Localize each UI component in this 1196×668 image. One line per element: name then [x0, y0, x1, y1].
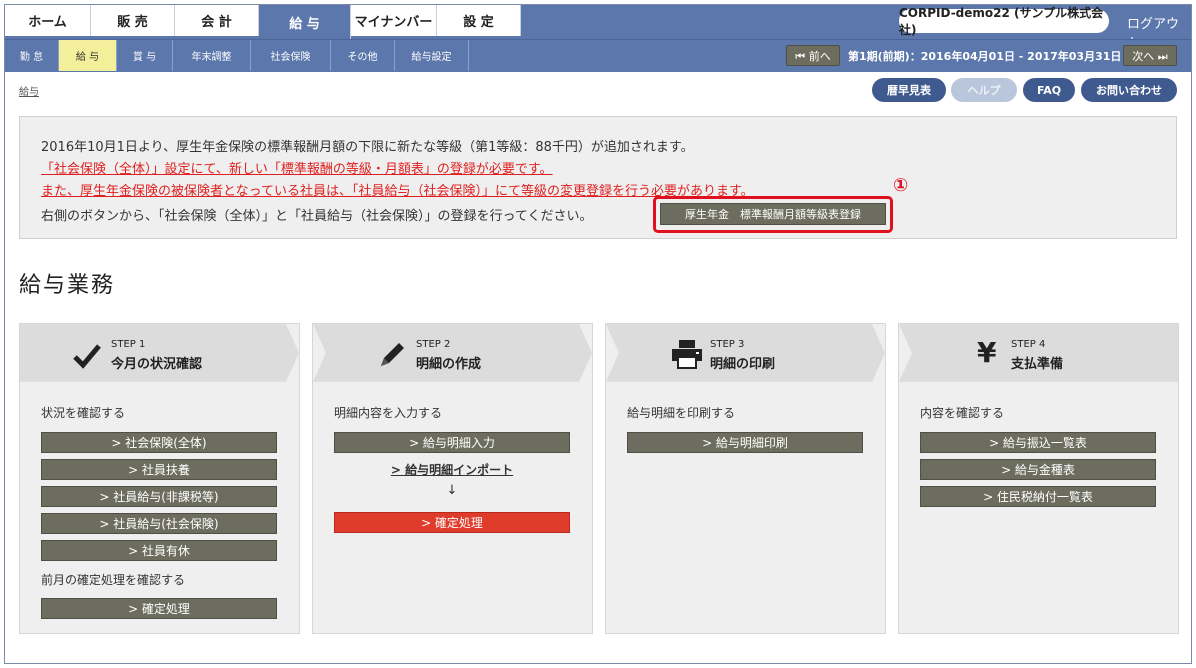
- top-nav: ホーム 販 売 会 計 給 与 マイナンバー 設 定 CORPID-demo22…: [5, 5, 1191, 51]
- step-caption: 前月の確定処理を確認する: [41, 573, 186, 587]
- step-name: 今月の状況確認: [111, 357, 203, 372]
- calendar-button[interactable]: 暦早見表: [872, 78, 946, 102]
- notice-alert-line: 「社会保険（全体）」設定にて、新しい「標準報酬の等級・月額表」の登録が必要です。: [41, 162, 553, 177]
- social-insurance-all-button[interactable]: > 社会保険(全体): [41, 432, 277, 453]
- app-window: ホーム 販 売 会 計 給 与 マイナンバー 設 定 CORPID-demo22…: [4, 4, 1192, 664]
- salary-nontaxable-button[interactable]: > 社員給与(非課税等): [41, 486, 277, 507]
- step-label: STEP 1: [111, 339, 146, 350]
- notice-alert-line: また、厚生年金保険の被保険者となっている社員は、「社員給与（社会保険）」にて等級…: [41, 184, 754, 199]
- step-4-panel: ¥ STEP 4 支払準備 内容を確認する > 給与振込一覧表 > 給与金種表 …: [898, 323, 1179, 634]
- check-icon: [73, 344, 101, 369]
- subnav-item-attendance[interactable]: 勤 怠: [5, 40, 59, 71]
- sub-nav: 勤 怠 給 与 賞 与 年末調整 社会保険 その他 給与設定 ⏮ 前へ 第1期(…: [5, 39, 1191, 72]
- confirm-process-button[interactable]: > 確定処理: [41, 598, 277, 619]
- subnav-item-social-insurance[interactable]: 社会保険: [251, 40, 331, 71]
- faq-button[interactable]: FAQ: [1023, 78, 1075, 102]
- pencil-icon: [381, 343, 404, 366]
- salary-slip-input-button[interactable]: > 給与明細入力: [334, 432, 570, 453]
- dependents-button[interactable]: > 社員扶養: [41, 459, 277, 480]
- step-name: 明細の作成: [416, 357, 482, 372]
- salary-slip-print-button[interactable]: > 給与明細印刷: [627, 432, 863, 453]
- subnav-item-payroll-settings[interactable]: 給与設定: [395, 40, 469, 71]
- subnav-item-year-end[interactable]: 年末調整: [173, 40, 251, 71]
- notice-line: 右側のボタンから、「社会保険（全体）」と「社員給与（社会保険）」の登録を行ってく…: [41, 209, 593, 224]
- notice-line: 2016年10月1日より、厚生年金保険の標準報酬月額の下限に新たな等級（第1等級…: [41, 140, 694, 155]
- salary-slip-import-link[interactable]: > 給与明細インポート: [334, 461, 570, 478]
- step-label: STEP 4: [1011, 339, 1046, 350]
- step-caption: 明細内容を入力する: [334, 406, 443, 420]
- pension-grade-register-button[interactable]: 厚生年金 標準報酬月額等級表登録: [660, 203, 886, 225]
- tab-settings[interactable]: 設 定: [437, 5, 521, 36]
- yen-icon: ¥: [977, 336, 997, 369]
- contact-button[interactable]: お問い合わせ: [1081, 78, 1177, 102]
- step-1-panel: STEP 1 今月の状況確認 状況を確認する > 社会保険(全体) > 社員扶養…: [19, 323, 300, 634]
- tab-mynumber[interactable]: マイナンバー: [351, 5, 437, 36]
- page-title: 給与業務: [19, 273, 116, 298]
- subnav-item-other[interactable]: その他: [331, 40, 395, 71]
- notice-panel: 2016年10月1日より、厚生年金保険の標準報酬月額の下限に新たな等級（第1等級…: [19, 116, 1177, 239]
- breadcrumb[interactable]: 給与: [19, 83, 39, 98]
- company-badge[interactable]: CORPID-demo22 (サンプル株式会社): [899, 6, 1109, 37]
- next-period-button[interactable]: 次へ ⏭: [1123, 45, 1177, 66]
- tab-sales[interactable]: 販 売: [91, 5, 175, 36]
- tab-payroll[interactable]: 給 与: [259, 5, 351, 39]
- confirm-process-button[interactable]: > 確定処理: [334, 512, 570, 533]
- step-caption: 状況を確認する: [41, 406, 126, 420]
- printer-icon: [672, 340, 702, 369]
- step-3-panel: STEP 3 明細の印刷 給与明細を印刷する > 給与明細印刷: [605, 323, 886, 634]
- tab-accounting[interactable]: 会 計: [175, 5, 259, 36]
- down-arrow-icon: ↓: [446, 483, 458, 498]
- subnav-item-salary[interactable]: 給 与: [59, 40, 117, 71]
- step-name: 明細の印刷: [710, 357, 776, 372]
- denomination-table-button[interactable]: > 給与金種表: [920, 459, 1156, 480]
- step-name: 支払準備: [1011, 357, 1064, 372]
- period-label: 第1期(前期)：2016年04月01日 - 2017年03月31日: [848, 50, 1122, 63]
- help-button[interactable]: ヘルプ: [951, 78, 1017, 102]
- step-label: STEP 2: [416, 339, 451, 350]
- resident-tax-list-button[interactable]: > 住民税納付一覧表: [920, 486, 1156, 507]
- salary-social-insurance-button[interactable]: > 社員給与(社会保険): [41, 513, 277, 534]
- step-caption: 内容を確認する: [920, 406, 1005, 420]
- tab-home[interactable]: ホーム: [5, 5, 91, 36]
- step-2-panel: STEP 2 明細の作成 明細内容を入力する > 給与明細入力 > 給与明細イン…: [312, 323, 593, 634]
- subnav-item-bonus[interactable]: 賞 与: [117, 40, 173, 71]
- annotation-number: ①: [893, 175, 909, 196]
- step-caption: 給与明細を印刷する: [627, 406, 736, 420]
- transfer-list-button[interactable]: > 給与振込一覧表: [920, 432, 1156, 453]
- paid-leave-button[interactable]: > 社員有休: [41, 540, 277, 561]
- step-label: STEP 3: [710, 339, 745, 350]
- prev-period-button[interactable]: ⏮ 前へ: [786, 45, 840, 66]
